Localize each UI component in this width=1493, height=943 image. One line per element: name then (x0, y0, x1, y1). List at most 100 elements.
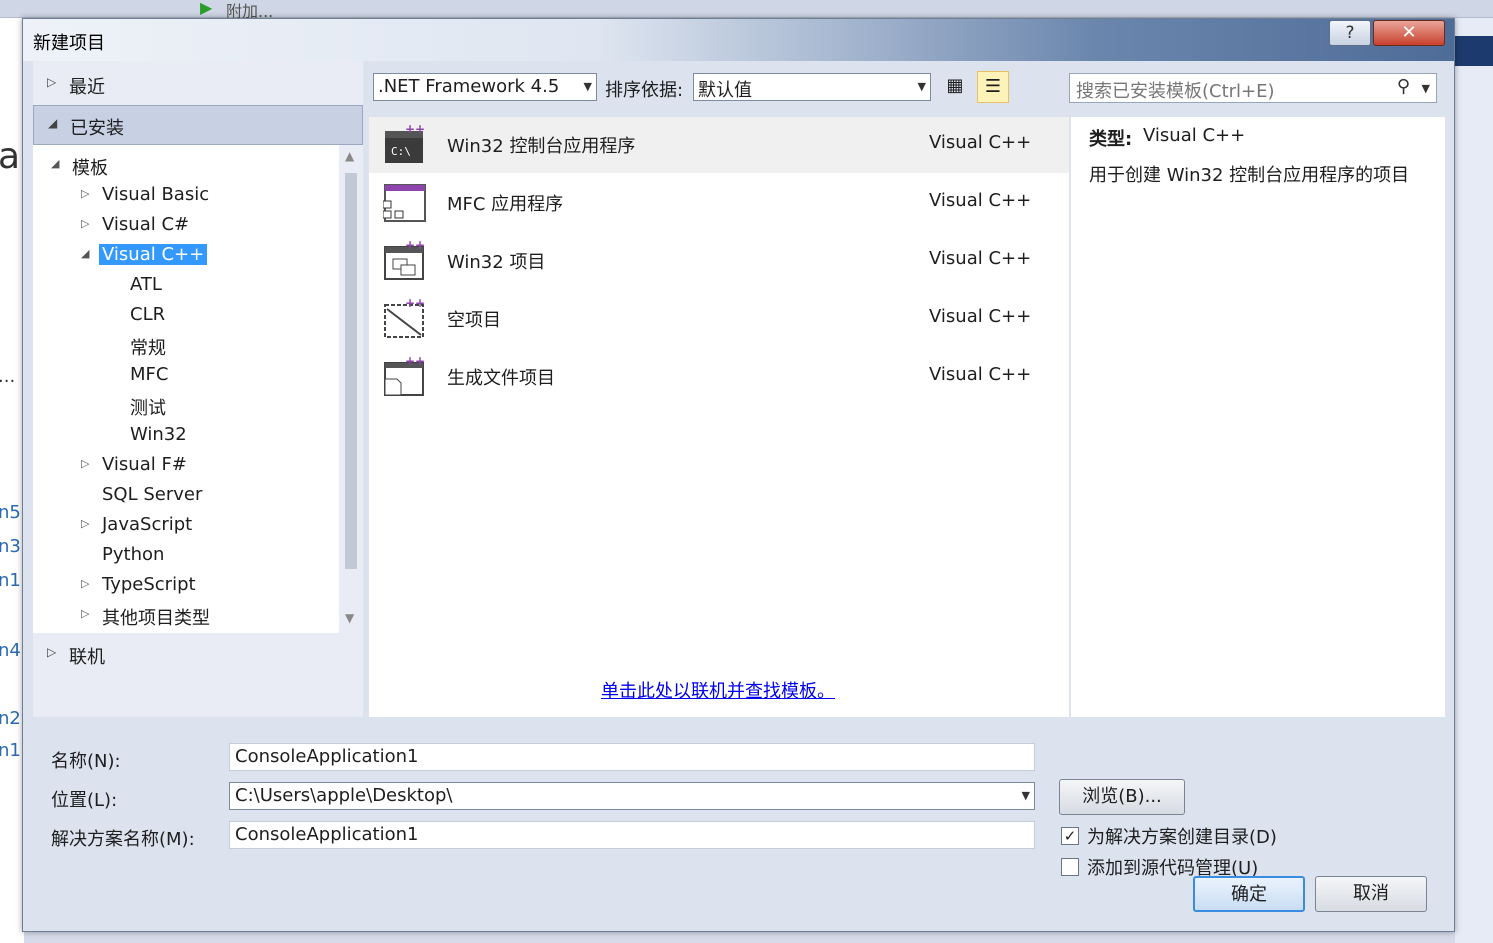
collapse-arrow-icon[interactable]: ◢ (51, 157, 59, 170)
tree-item[interactable]: ▷ JavaScript (33, 511, 333, 541)
scroll-down-icon[interactable]: ▼ (345, 611, 354, 625)
tree-item[interactable]: 常规 (33, 331, 333, 361)
scroll-up-icon[interactable]: ▲ (345, 149, 354, 163)
name-input[interactable]: ConsoleApplication1 (229, 743, 1035, 771)
sort-select[interactable]: 默认值 ▼ (693, 73, 931, 101)
tree-item-label: CLR (130, 304, 166, 325)
browse-button[interactable]: 浏览(B)... (1059, 779, 1185, 815)
template-item[interactable]: ++ 生成文件项目 Visual C++ (369, 349, 1069, 405)
scroll-thumb[interactable] (345, 173, 357, 569)
expand-arrow-icon[interactable]: ▷ (81, 577, 89, 590)
win32-project-icon: ++ (383, 238, 427, 281)
list-view-icon[interactable]: ☰ (977, 71, 1009, 103)
svg-text:++: ++ (405, 299, 425, 310)
template-name: 空项目 (447, 310, 501, 331)
template-language: Visual C++ (929, 190, 1032, 211)
type-value: Visual C++ (1143, 125, 1246, 146)
ide-text-fragment: n3 (0, 536, 21, 557)
solution-name-input[interactable]: ConsoleApplication1 (229, 821, 1035, 849)
ide-text-fragment: n1 (0, 740, 21, 761)
tree-item[interactable]: ▷ Visual F# (33, 451, 333, 481)
expand-arrow-icon[interactable]: ▷ (81, 217, 89, 230)
chevron-down-icon[interactable]: ▼ (1022, 789, 1030, 802)
template-tree: ◢ 模板 ▷ Visual Basic ▷ Visual C# ◢ Visual C++ ATL… (33, 145, 339, 633)
expand-arrow-icon[interactable]: ▷ (81, 607, 89, 620)
solution-name-value: ConsoleApplication1 (235, 824, 419, 845)
ide-right-titlebar (1455, 36, 1493, 66)
chevron-down-icon: ▼ (583, 80, 592, 93)
new-project-dialog: 新建项目 ? ✕ ▷ 最近 ◢ 已安装 ◢ 模板 ▷ Visual Basic ▷ Vis… (22, 18, 1455, 932)
tree-item-label: JavaScript (102, 514, 193, 535)
expand-arrow-icon: ▷ (47, 645, 57, 659)
dialog-client: ▷ 最近 ◢ 已安装 ◢ 模板 ▷ Visual Basic ▷ Visual C# ◢ Vi… (33, 61, 1445, 923)
create-directory-checkbox[interactable]: ✓ (1061, 827, 1079, 845)
tree-item[interactable]: 测试 (33, 391, 333, 421)
svg-text:++: ++ (405, 357, 425, 368)
create-directory-label[interactable]: 为解决方案创建目录(D) (1087, 823, 1277, 849)
tree-item[interactable]: ▷ TypeScript (33, 571, 333, 601)
cancel-button[interactable]: 取消 (1315, 876, 1427, 912)
ok-button[interactable]: 确定 (1193, 876, 1305, 912)
nav-recent[interactable]: ▷ 最近 (33, 65, 363, 105)
ide-toolbar: ▶ 附加... (0, 0, 1493, 21)
tree-item-label: Visual F# (102, 454, 187, 475)
run-icon[interactable]: ▶ (200, 0, 212, 17)
type-label: 类型: (1089, 129, 1133, 150)
search-icon[interactable]: ⚲ (1397, 76, 1410, 97)
svg-text:C:\: C:\ (391, 145, 411, 158)
ide-text-fragment: n5 (0, 502, 21, 523)
ide-text-fragment: n1 (0, 570, 21, 591)
tree-item-label: ATL (130, 274, 162, 295)
location-label: 位置(L): (51, 790, 118, 811)
expand-arrow-icon[interactable]: ▷ (81, 457, 89, 470)
chevron-down-icon[interactable]: ▼ (1422, 82, 1430, 95)
tree-item[interactable]: Python (33, 541, 333, 571)
ide-text-fragment: ... (0, 366, 16, 387)
solution-name-label: 解决方案名称(M): (51, 829, 195, 850)
tree-item[interactable]: ▷ Visual Basic (33, 181, 333, 211)
help-button[interactable]: ? (1329, 20, 1371, 46)
template-item[interactable]: ++ 空项目 Visual C++ (369, 291, 1069, 347)
framework-select[interactable]: .NET Framework 4.5 ▼ (373, 73, 597, 101)
template-name: MFC 应用程序 (447, 194, 564, 215)
template-item[interactable]: ++ Win32 项目 Visual C++ (369, 233, 1069, 289)
tree-item-label: Visual C# (102, 214, 190, 235)
close-button[interactable]: ✕ (1373, 20, 1445, 46)
location-combo[interactable]: C:\Users\apple\Desktop\ ▼ (229, 782, 1035, 810)
tree-item-label: Python (102, 544, 165, 565)
tree-scrollbar[interactable]: ▲ ▼ (339, 145, 363, 633)
tree-item[interactable]: ATL (33, 271, 333, 301)
small-icons-view-icon[interactable]: ▦ (939, 71, 971, 103)
tree-item[interactable]: Win32 (33, 421, 333, 451)
ide-right-panel (1455, 18, 1493, 943)
mfc-app-icon (382, 183, 427, 223)
nav-online-label: 联机 (69, 647, 105, 668)
template-search-input[interactable]: 搜索已安装模板(Ctrl+E) ⚲ ▼ (1069, 73, 1437, 103)
expand-arrow-icon[interactable]: ▷ (81, 517, 89, 530)
expand-arrow-icon[interactable]: ▷ (81, 187, 89, 200)
tree-item[interactable]: MFC (33, 361, 333, 391)
tree-item-label: SQL Server (102, 484, 203, 505)
template-item[interactable]: MFC 应用程序 Visual C++ (369, 175, 1069, 231)
online-templates-link[interactable]: 单击此处以联机并查找模板。 (601, 677, 835, 703)
tree-item[interactable]: ◢ 模板 (33, 151, 333, 181)
tree-item[interactable]: CLR (33, 301, 333, 331)
ide-editor-edge: al ... n5 n3 n1 n4 n2 n1 (0, 18, 30, 943)
template-language: Visual C++ (929, 248, 1032, 269)
template-toolbar: .NET Framework 4.5 ▼ 排序依据: 默认值 ▼ ▦ ☰ 搜索已… (369, 61, 1445, 117)
tree-item[interactable]: ▷ Visual C# (33, 211, 333, 241)
tree-item[interactable]: SQL Server (33, 481, 333, 511)
nav-installed[interactable]: ◢ 已安装 (33, 105, 363, 145)
collapse-arrow-icon[interactable]: ◢ (81, 247, 89, 260)
tree-item-label: Visual C++ (99, 244, 208, 265)
svg-text:++: ++ (405, 125, 425, 136)
nav-recent-label: 最近 (69, 77, 105, 98)
dialog-titlebar[interactable]: 新建项目 ? ✕ (23, 19, 1454, 61)
tree-item[interactable]: ▷ 其他项目类型 (33, 601, 333, 631)
tree-item[interactable]: ◢ Visual C++ (33, 241, 333, 271)
source-control-checkbox[interactable] (1061, 858, 1079, 876)
nav-online[interactable]: ▷ 联机 (33, 635, 363, 675)
template-item[interactable]: C:\ ++ Win32 控制台应用程序 Visual C++ (369, 117, 1069, 173)
tree-item-label: MFC (130, 364, 169, 385)
nav-installed-label: 已安装 (70, 118, 124, 139)
